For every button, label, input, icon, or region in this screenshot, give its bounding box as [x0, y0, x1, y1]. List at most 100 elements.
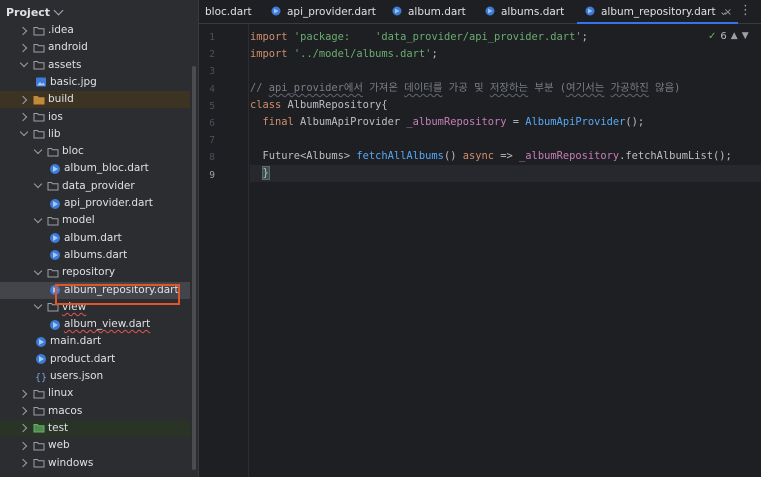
tree-item-product-dart[interactable]: product.dart [0, 351, 190, 368]
tree-item-label: album.dart [64, 231, 122, 244]
project-scrollbar[interactable] [192, 66, 196, 470]
code-line-9: } [250, 165, 270, 182]
tree-item-android[interactable]: android [0, 39, 190, 56]
tree-item-ios[interactable]: ios [0, 109, 190, 126]
project-panel: Project .idea android assets basic.jpg build… [0, 0, 198, 477]
type-name: AlbumApiProvider [293, 116, 407, 128]
tab-album-repository-dart[interactable]: album_repository.dart × [576, 0, 739, 24]
line-number: 7 [209, 135, 215, 147]
chevron-right-icon[interactable] [19, 403, 29, 420]
tree-item-windows[interactable]: windows [0, 455, 190, 472]
tree-item-label: windows [48, 456, 94, 469]
tree-item-bloc[interactable]: bloc [0, 143, 190, 160]
chevron-right-icon[interactable] [19, 91, 29, 108]
line-number: 8 [209, 152, 215, 164]
tree-item-label: album_view.dart [64, 318, 151, 331]
type-name: Future<Albums> [262, 150, 357, 162]
line-number-gutter: 1 2 3 4 5 6 7 8 9 [199, 24, 249, 477]
comment-text: 가공 및 [442, 82, 490, 94]
method-call: .fetchAlbumList(); [619, 150, 732, 162]
chevron-down-icon[interactable] [33, 299, 43, 316]
dart-file-icon [49, 232, 61, 244]
chevron-down-icon[interactable]: ▼ [742, 31, 749, 41]
tree-item-album-dart[interactable]: album.dart [0, 230, 190, 247]
tab-label: album_repository.dart [601, 6, 716, 18]
tree-item-basic-jpg[interactable]: basic.jpg [0, 74, 190, 91]
folder-icon [33, 111, 45, 123]
dart-file-icon [271, 6, 281, 19]
tab-albums-dart[interactable]: albums.dart [485, 0, 564, 24]
tree-item--idea[interactable]: .idea [0, 22, 190, 39]
chevron-down-icon[interactable] [33, 178, 43, 195]
tree-item-label: main.dart [50, 335, 102, 348]
tree-item-album-bloc-dart[interactable]: album_bloc.dart [0, 160, 190, 177]
chevron-up-icon[interactable]: ▲ [731, 31, 738, 41]
chevron-down-icon[interactable] [33, 212, 43, 229]
tab-bloc-dart[interactable]: bloc.dart [205, 0, 252, 24]
tree-item-label: repository [62, 266, 116, 279]
tree-item-label: lib [48, 127, 61, 140]
brace: { [381, 99, 388, 111]
inspections-widget[interactable]: ✓ 6 ▲ ▼ [708, 28, 749, 44]
chevron-right-icon[interactable] [19, 455, 29, 472]
tab-api-provider-dart[interactable]: api_provider.dart [271, 0, 376, 24]
method-name: fetchAllAlbums [356, 150, 444, 162]
tree-item-label: build [48, 93, 74, 106]
tree-item-repository[interactable]: repository [0, 264, 190, 281]
test-folder-icon [33, 422, 45, 434]
tree-item-users-json[interactable]: {} users.json [0, 368, 190, 385]
field-name: _albumRepository [519, 150, 620, 162]
tree-item-label: test [48, 421, 69, 434]
punctuation: (); [625, 116, 645, 128]
more-options-icon[interactable]: ⋮ [739, 0, 752, 24]
project-view-selector[interactable]: Project [0, 0, 198, 24]
code-area[interactable]: import 'package: 'data_provider/api_prov… [250, 24, 760, 477]
chevron-down-icon[interactable] [19, 126, 29, 143]
folder-icon [47, 267, 59, 279]
line-number: 3 [209, 66, 215, 78]
tree-item-test[interactable]: test [0, 419, 190, 437]
chevron-right-icon[interactable] [19, 22, 29, 39]
tree-item-label: users.json [50, 370, 104, 382]
code-line-1: import 'package: 'data_provider/api_prov… [250, 29, 588, 46]
tab-label: bloc.dart [205, 6, 252, 18]
class-name: AlbumRepository [281, 99, 382, 111]
tree-item-album-view-dart[interactable]: album_view.dart [0, 316, 190, 333]
tree-item-api-provider-dart[interactable]: api_provider.dart [0, 195, 190, 212]
tree-item-data-provider[interactable]: data_provider [0, 178, 190, 195]
chevron-right-icon[interactable] [19, 437, 29, 454]
excluded-folder-icon [33, 94, 45, 106]
tree-item-main-dart[interactable]: main.dart [0, 333, 190, 350]
chevron-right-icon[interactable] [19, 109, 29, 126]
comment-text: api_provider에서 [268, 82, 363, 94]
tree-item-label: assets [48, 58, 82, 71]
comment-text: 데이터를 [404, 82, 443, 94]
folder-icon [33, 457, 45, 469]
image-file-icon [35, 76, 47, 88]
tree-item-macos[interactable]: macos [0, 403, 190, 420]
folder-icon [47, 180, 59, 192]
line-number: 5 [209, 100, 215, 112]
tree-item-build[interactable]: build [0, 91, 190, 109]
chevron-right-icon[interactable] [19, 420, 29, 437]
comment-text: 저장하는 [489, 82, 529, 94]
chevron-down-icon[interactable] [33, 264, 43, 281]
chevron-right-icon[interactable] [19, 39, 29, 56]
chevron-down-icon[interactable] [33, 143, 43, 160]
tree-item-assets[interactable]: assets [0, 57, 190, 74]
tree-item-model[interactable]: model [0, 212, 190, 229]
chevron-down-icon[interactable] [19, 57, 29, 74]
chevron-right-icon[interactable] [19, 385, 29, 402]
constructor-call: AlbumApiProvider [525, 116, 626, 128]
tree-item-lib[interactable]: lib [0, 126, 190, 143]
tree-item-linux[interactable]: linux [0, 385, 190, 402]
dart-file-icon [49, 163, 61, 175]
tree-item-web[interactable]: web [0, 437, 190, 454]
dart-file-icon [49, 319, 61, 331]
tree-item-albums-dart[interactable]: albums.dart [0, 247, 190, 264]
dart-file-icon [49, 249, 61, 261]
chevron-down-icon[interactable]: ⌄ [719, 0, 728, 24]
code-line-5: class AlbumRepository{ [250, 97, 388, 114]
check-icon: ✓ [708, 30, 717, 42]
tab-album-dart[interactable]: album.dart [392, 0, 466, 24]
